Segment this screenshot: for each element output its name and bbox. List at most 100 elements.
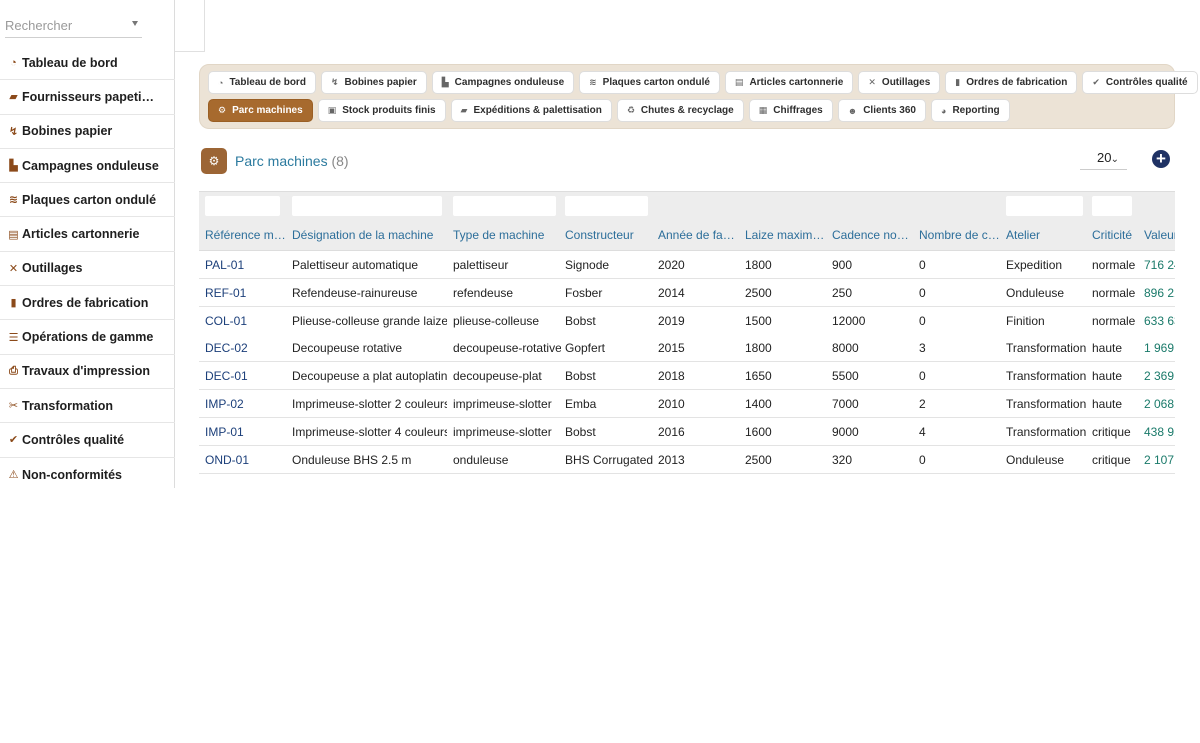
table-row[interactable]: DEC-01 Decoupeuse a plat autoplatine decou… xyxy=(199,362,1175,391)
sidebar-item[interactable]: ▙ Campagnes onduleuse xyxy=(0,149,175,184)
column-header[interactable]: Criticité xyxy=(1092,228,1140,242)
recycle-icon: ♻ xyxy=(626,105,635,115)
sidebar-item[interactable]: ✕ Outillages xyxy=(0,252,175,287)
sidebar-item[interactable]: ▤ Articles cartonnerie xyxy=(0,217,175,252)
machine-reference-link[interactable]: IMP-02 xyxy=(205,397,285,411)
table-cell: Bobst xyxy=(565,313,596,328)
tab-label: Chutes & recyclage xyxy=(640,105,734,116)
tab[interactable]: ◔ Tableau de bord xyxy=(208,71,316,94)
add-machine-button[interactable]: + xyxy=(1152,150,1170,168)
column-header[interactable]: Laize maxim… xyxy=(745,228,827,242)
sidebar-item[interactable]: ⎙ Travaux d'impression xyxy=(0,355,175,389)
column-header[interactable]: Atelier xyxy=(1006,228,1088,242)
machine-reference-link[interactable]: DEC-01 xyxy=(205,369,285,383)
table-cell: Onduleuse BHS 2.5 m xyxy=(292,452,412,467)
sidebar-item-label: Plaques carton ondulé xyxy=(22,192,157,207)
tab[interactable]: ▣ Stock produits finis xyxy=(317,99,446,122)
column-filter-input[interactable] xyxy=(205,196,280,216)
column-filter-input[interactable] xyxy=(1092,196,1132,216)
machine-icon: ⚙ xyxy=(201,148,227,174)
table-row[interactable]: IMP-01 Imprimeuse-slotter 4 couleurs impri… xyxy=(199,417,1175,446)
sidebar-item[interactable]: ▮ Ordres de fabrication xyxy=(0,286,175,321)
dolly-icon: ↯ xyxy=(8,125,19,138)
column-header[interactable]: Valeur xyxy=(1144,228,1175,242)
clipboard-icon: ▮ xyxy=(955,77,961,87)
column-filter-input[interactable] xyxy=(292,196,442,216)
table-cell: Bobst xyxy=(565,369,596,384)
machine-reference-link[interactable]: IMP-01 xyxy=(205,425,285,439)
column-header[interactable]: Nombre de c… xyxy=(919,228,1001,242)
tab[interactable]: ≋ Plaques carton ondulé xyxy=(579,71,720,94)
tab-label: Clients 360 xyxy=(863,105,916,116)
pie-chart-icon: ◕ xyxy=(941,105,947,116)
caret-down-icon[interactable] xyxy=(132,21,138,26)
table-row[interactable]: OND-01 Onduleuse BHS 2.5 m onduleuse BHS Co… xyxy=(199,445,1175,474)
sidebar-item[interactable]: ✔ Contrôles qualité xyxy=(0,423,175,458)
column-header[interactable]: Référence m… xyxy=(205,228,285,242)
table-row[interactable]: DEC-02 Decoupeuse rotative decoupeuse-rota… xyxy=(199,334,1175,363)
page-size-select[interactable]: 20 ⌄ xyxy=(1080,150,1127,170)
tab[interactable]: ◕ Reporting xyxy=(931,99,1010,122)
sidebar-item[interactable]: ↯ Bobines papier xyxy=(0,115,175,149)
tab[interactable]: ⚙ Parc machines xyxy=(208,99,313,122)
industry-icon: ▙ xyxy=(9,160,18,173)
machine-reference-link[interactable]: OND-01 xyxy=(205,453,285,467)
machine-reference-link[interactable]: REF-01 xyxy=(205,286,285,300)
tab-label: Stock produits finis xyxy=(342,105,436,116)
tab-label: Contrôles qualité xyxy=(1105,77,1188,88)
sidebar-item[interactable]: ✂ Transformation xyxy=(0,389,175,424)
table-row[interactable]: COL-01 Plieuse-colleuse grande laize plieu… xyxy=(199,306,1175,335)
tab-label: Campagnes onduleuse xyxy=(454,77,565,88)
sidebar-item-label: Travaux d'impression xyxy=(22,364,151,379)
search-input[interactable] xyxy=(5,14,125,36)
tab[interactable]: ♻ Chutes & recyclage xyxy=(616,99,744,122)
table-cell: 5500 xyxy=(832,369,859,384)
machine-reference-link[interactable]: COL-01 xyxy=(205,314,285,328)
column-header[interactable]: Désignation de la machine xyxy=(292,228,447,242)
column-header[interactable]: Année de fa… xyxy=(658,228,740,242)
table-cell: 633 63 xyxy=(1144,313,1175,328)
column-header[interactable]: Constructeur xyxy=(565,228,653,242)
table-cell: Transformation xyxy=(1006,397,1087,411)
table-cell: 1800 xyxy=(745,258,772,272)
table-cell: 2 xyxy=(919,397,926,411)
search-select[interactable] xyxy=(5,14,142,38)
clipboard-icon: ▮ xyxy=(10,297,17,310)
tab[interactable]: ▮ Ordres de fabrication xyxy=(945,71,1078,94)
tab[interactable]: ▤ Articles cartonnerie xyxy=(724,71,854,94)
sidebar-item-label: Bobines papier xyxy=(22,124,113,139)
table-cell: 2014 xyxy=(658,285,685,300)
tab[interactable]: ☻ Clients 360 xyxy=(837,99,926,122)
printer-icon: ⎙ xyxy=(9,364,18,377)
tab[interactable]: ▦ Chiffrages xyxy=(748,99,833,122)
column-filter-input[interactable] xyxy=(1006,196,1083,216)
tab[interactable]: ↯ Bobines papier xyxy=(320,71,427,94)
table-cell: Finition xyxy=(1006,313,1045,328)
table-cell: 320 xyxy=(832,452,853,467)
tab[interactable]: ✕ Outillages xyxy=(858,71,941,94)
sidebar-item[interactable]: ☰ Opérations de gamme xyxy=(0,320,175,355)
column-filter-input[interactable] xyxy=(453,196,556,216)
sidebar-item[interactable]: ≋ Plaques carton ondulé xyxy=(0,183,175,218)
column-filter-input[interactable] xyxy=(565,196,648,216)
column-header[interactable]: Type de machine xyxy=(453,228,561,242)
tab[interactable]: ▰ Expéditions & palettisation xyxy=(450,99,612,122)
sidebar-item[interactable]: ◔ Tableau de bord xyxy=(0,46,175,81)
machine-reference-link[interactable]: PAL-01 xyxy=(205,258,285,272)
machine-reference-link[interactable]: DEC-02 xyxy=(205,341,285,355)
table-cell: Emba xyxy=(565,397,597,411)
column-header[interactable]: Cadence no… xyxy=(832,228,914,242)
table-cell: 2020 xyxy=(658,258,685,272)
table-cell: 2010 xyxy=(658,397,685,411)
table-cell: refendeuse xyxy=(453,285,514,300)
table-row[interactable]: IMP-02 Imprimeuse-slotter 2 couleurs impri… xyxy=(199,390,1175,418)
table-row[interactable]: REF-01 Refendeuse-rainureuse refendeuse Fos… xyxy=(199,278,1175,307)
sidebar-item[interactable]: ▰ Fournisseurs papeti… xyxy=(0,80,175,115)
tab-label: Articles cartonnerie xyxy=(749,77,844,88)
tab[interactable]: ✔ Contrôles qualité xyxy=(1082,71,1198,94)
table-cell: 900 xyxy=(832,258,853,272)
sidebar-item[interactable]: ⚠ Non-conformités xyxy=(0,458,175,492)
table-row[interactable]: PAL-01 Palettiseur automatique palettiseur… xyxy=(199,251,1175,279)
tab[interactable]: ▙ Campagnes onduleuse xyxy=(431,71,575,94)
record-count: (8) xyxy=(331,153,349,169)
